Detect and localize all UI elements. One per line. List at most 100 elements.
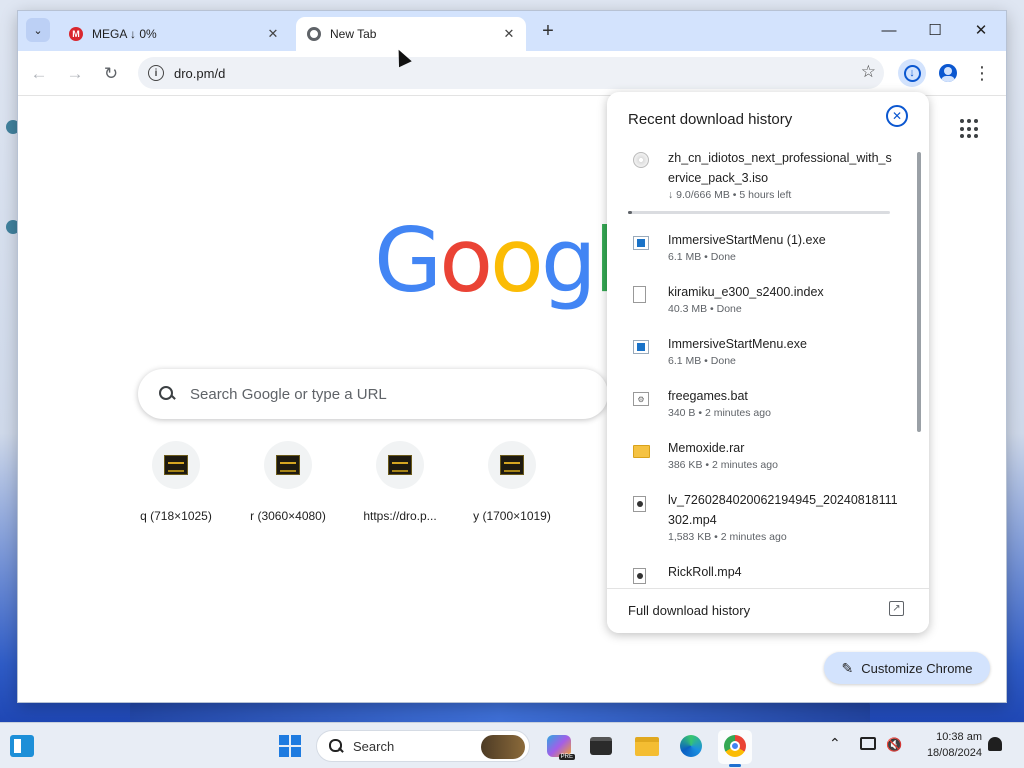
download-filename: freegames.bat bbox=[668, 389, 748, 403]
download-filename: kiramiku_e300_s2400.index bbox=[668, 285, 824, 299]
downloads-button[interactable]: ↓ bbox=[898, 59, 926, 87]
mega-icon: M bbox=[68, 26, 84, 42]
terminal-icon bbox=[590, 737, 612, 755]
download-status: 6.1 MB • Done bbox=[668, 251, 736, 263]
shortcut-favicon bbox=[276, 455, 300, 475]
taskbar: Search PRE ⌃ 🔇 10:38 am 18/08/2024 bbox=[0, 722, 1024, 768]
close-window-button[interactable]: ✕ bbox=[958, 17, 1004, 43]
shortcut-tile[interactable]: r (3060×4080) bbox=[232, 441, 344, 523]
download-item[interactable]: ImmersiveStartMenu.exe 6.1 MB • Done bbox=[607, 336, 907, 367]
active-app-indicator bbox=[729, 764, 741, 767]
clock-date: 18/08/2024 bbox=[926, 747, 982, 759]
show-hidden-icons-button[interactable]: ⌃ bbox=[829, 735, 841, 752]
download-status: 386 KB • 2 minutes ago bbox=[668, 459, 778, 471]
wallpaper-art bbox=[130, 700, 870, 722]
maximize-button[interactable]: ☐ bbox=[912, 17, 958, 43]
notification-bell-icon[interactable] bbox=[988, 737, 1002, 751]
chrome-icon bbox=[306, 26, 322, 42]
download-filename: ImmersiveStartMenu (1).exe bbox=[668, 233, 826, 247]
edge-button[interactable] bbox=[677, 732, 705, 760]
download-filename: RickRoll.mp4 bbox=[668, 565, 742, 579]
search-icon bbox=[329, 739, 343, 753]
download-list-scrollbar[interactable] bbox=[917, 152, 921, 432]
logo-letter: G bbox=[374, 209, 442, 312]
taskbar-search-label: Search bbox=[353, 738, 395, 754]
taskbar-search[interactable]: Search bbox=[316, 730, 530, 762]
download-icon: ↓ bbox=[903, 64, 921, 82]
profile-button[interactable] bbox=[934, 59, 962, 87]
folder-icon bbox=[633, 445, 650, 458]
download-item[interactable]: lv_7260284020062194945_20240818111302.mp… bbox=[607, 492, 907, 543]
search-placeholder: Search Google or type a URL bbox=[190, 385, 387, 403]
disc-icon bbox=[633, 152, 649, 168]
close-tab-button[interactable]: ✕ bbox=[264, 25, 282, 43]
start-button[interactable] bbox=[276, 732, 304, 760]
shortcut-tile[interactable]: https://dro.p... bbox=[344, 441, 456, 523]
back-button[interactable]: ← bbox=[26, 61, 52, 87]
chrome-taskbar-button[interactable] bbox=[721, 732, 749, 760]
shortcut-tile[interactable]: q (718×1025) bbox=[120, 441, 232, 523]
download-list: zh_cn_idiotos_next_professional_with_ser… bbox=[607, 144, 929, 588]
download-filename: lv_7260284020062194945_20240818111302.mp… bbox=[668, 493, 898, 527]
copilot-icon: PRE bbox=[547, 735, 575, 760]
full-download-history-link[interactable]: Full download history ↗ bbox=[607, 588, 929, 633]
google-logo: Googl bbox=[374, 217, 618, 305]
shortcut-label: y (1700×1019) bbox=[473, 509, 551, 523]
video-file-icon bbox=[633, 496, 646, 512]
download-item[interactable]: ImmersiveStartMenu (1).exe 6.1 MB • Done bbox=[607, 232, 907, 263]
open-external-icon: ↗ bbox=[889, 601, 904, 616]
chrome-menu-button[interactable]: ⋮ bbox=[970, 59, 994, 87]
download-progress-bar bbox=[628, 211, 890, 214]
download-status: 6.1 MB • Done bbox=[668, 355, 736, 367]
close-tab-button[interactable]: ✕ bbox=[500, 25, 518, 43]
forward-button[interactable]: → bbox=[62, 61, 88, 87]
bookmark-star-icon[interactable]: ☆ bbox=[861, 62, 876, 82]
full-download-history-label: Full download history bbox=[628, 603, 751, 618]
shortcut-favicon bbox=[164, 455, 188, 475]
logo-letter: g bbox=[540, 209, 597, 312]
tab-new-tab[interactable]: New Tab ✕ bbox=[296, 17, 526, 51]
exe-icon bbox=[633, 236, 649, 250]
clock[interactable]: 10:38 am 18/08/2024 bbox=[912, 729, 982, 761]
windows-start-icon bbox=[279, 735, 301, 757]
download-bubble-title: Recent download history bbox=[628, 111, 793, 128]
shortcut-label: https://dro.p... bbox=[363, 509, 437, 523]
reload-button[interactable]: ↻ bbox=[98, 61, 124, 87]
address-bar[interactable]: i dro.pm/d ☆ bbox=[138, 57, 884, 89]
shortcut-favicon bbox=[388, 455, 412, 475]
logo-letter: o bbox=[490, 209, 544, 312]
widgets-icon bbox=[10, 735, 34, 757]
chrome-icon bbox=[724, 735, 746, 757]
file-explorer-button[interactable] bbox=[633, 732, 661, 760]
download-item[interactable]: RickRoll.mp4 bbox=[607, 564, 907, 584]
search-highlight-image bbox=[481, 735, 525, 759]
terminal-button[interactable] bbox=[587, 732, 615, 760]
search-input[interactable]: Search Google or type a URL bbox=[138, 369, 608, 419]
shortcut-tile[interactable]: y (1700×1019) bbox=[456, 441, 568, 523]
profile-icon bbox=[939, 64, 957, 82]
download-filename: Memoxide.rar bbox=[668, 441, 745, 455]
minimize-button[interactable]: — bbox=[866, 17, 912, 43]
site-info-icon[interactable]: i bbox=[148, 65, 164, 81]
tab-strip: ⌄ M MEGA ↓ 0% ✕ New Tab ✕ + — ☐ ✕ bbox=[18, 11, 1006, 51]
tab-title: New Tab bbox=[330, 27, 377, 41]
address-text[interactable]: dro.pm/d bbox=[174, 66, 225, 81]
download-filename: ImmersiveStartMenu.exe bbox=[668, 337, 807, 351]
document-icon bbox=[633, 286, 646, 303]
widgets-button[interactable] bbox=[8, 732, 36, 760]
tab-search-button[interactable]: ⌄ bbox=[26, 18, 50, 42]
customize-chrome-button[interactable]: ✎ Customize Chrome bbox=[824, 652, 990, 684]
network-icon[interactable] bbox=[860, 737, 876, 750]
download-progress-fill bbox=[628, 211, 632, 214]
shortcut-favicon bbox=[500, 455, 524, 475]
tab-mega[interactable]: M MEGA ↓ 0% ✕ bbox=[58, 17, 290, 51]
google-apps-icon[interactable] bbox=[960, 119, 980, 139]
volume-muted-icon[interactable]: 🔇 bbox=[886, 737, 902, 753]
copilot-button[interactable]: PRE bbox=[545, 732, 575, 760]
new-tab-button[interactable]: + bbox=[536, 19, 560, 43]
browser-toolbar: ← → ↻ i dro.pm/d ☆ ↓ ⋮ bbox=[18, 51, 1006, 96]
edge-icon bbox=[680, 735, 702, 757]
close-icon[interactable]: ✕ bbox=[886, 105, 908, 127]
batch-file-icon: ⚙ bbox=[633, 392, 649, 406]
tab-title: MEGA ↓ 0% bbox=[92, 27, 157, 41]
